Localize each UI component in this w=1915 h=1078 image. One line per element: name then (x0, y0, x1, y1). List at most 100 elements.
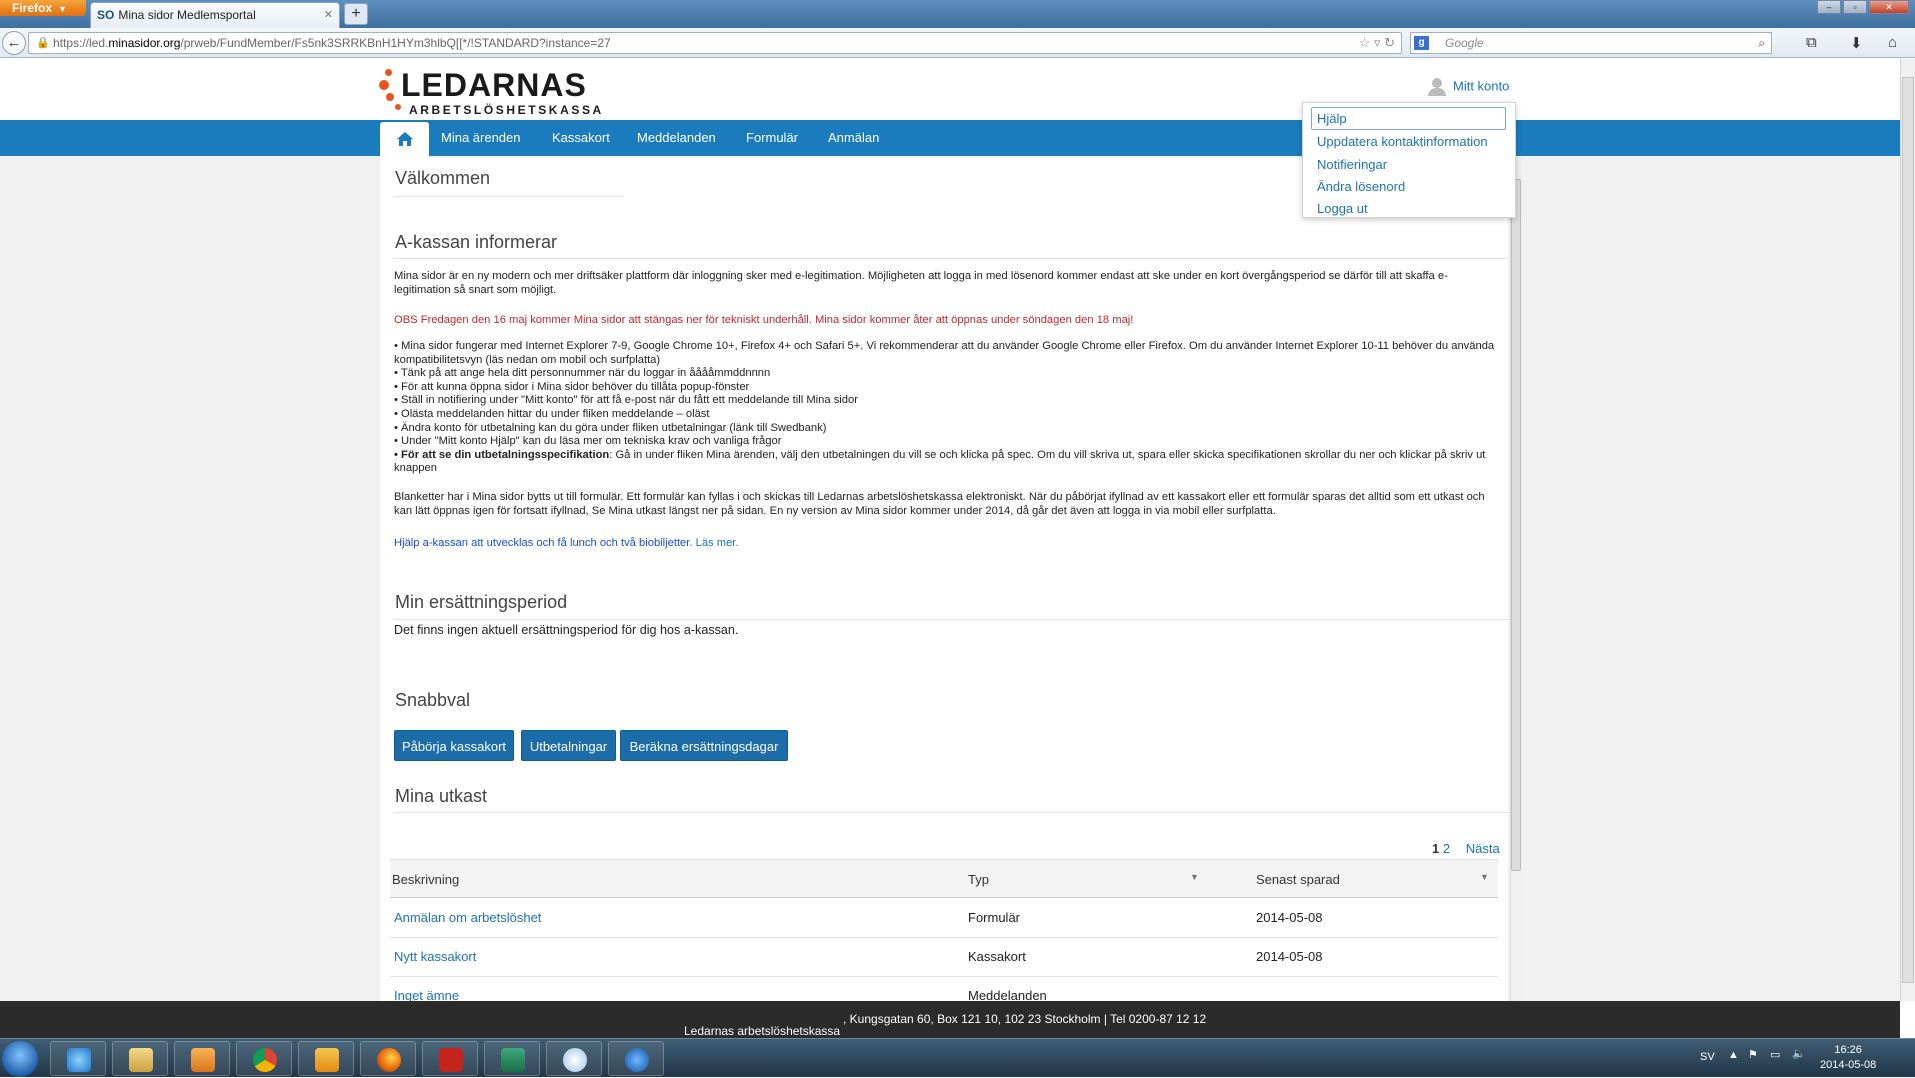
network-icon[interactable]: ▭ (1770, 1048, 1780, 1061)
draft-type: Formulär (968, 910, 1021, 925)
clock-time: 16:26 (1834, 1044, 1862, 1056)
draft-link[interactable]: Anmälan om arbetslöshet (394, 910, 541, 925)
media-player-icon[interactable] (174, 1041, 230, 1076)
sort-arrow-icon[interactable]: ▼ (1480, 872, 1489, 882)
forms-info: Blanketter har i Mina sidor bytts ut til… (394, 491, 1485, 517)
menu-update-contact[interactable]: Uppdatera kontaktinformation (1317, 134, 1488, 149)
site-header: LEDARNAS ARBETSLÖSHETSKASSA Mitt konto (0, 59, 1900, 120)
clock-date: 2014-05-08 (1820, 1059, 1877, 1071)
divider (394, 619, 1508, 620)
maximize-icon[interactable]: ▫ (1843, 0, 1867, 14)
address-bar[interactable]: 🔒 https://led.minasidor.org/prweb/FundMe… (28, 32, 1402, 54)
language-indicator[interactable]: SV (1700, 1051, 1715, 1063)
tab-title: Mina sidor Medlemsportal (118, 8, 256, 22)
outlook-icon[interactable] (298, 1041, 354, 1076)
info-bullets: • Mina sidor fungerar med Internet Explo… (394, 340, 1504, 476)
acrobat-icon[interactable] (422, 1041, 478, 1076)
col-last-saved[interactable]: Senast sparad (1256, 872, 1340, 887)
nav-meddelanden[interactable]: Meddelanden (637, 120, 716, 156)
menu-logout[interactable]: Logga ut (1317, 201, 1368, 216)
drafts-title: Mina utkast (395, 786, 488, 806)
nav-kassakort[interactable]: Kassakort (552, 120, 610, 156)
app-icon[interactable] (608, 1041, 664, 1076)
draft-link[interactable]: Nytt kassakort (394, 949, 476, 964)
col-type[interactable]: Typ (968, 872, 989, 887)
url-prefix: https://led. (53, 36, 109, 50)
col-description[interactable]: Beskrivning (392, 872, 459, 887)
new-tab-button[interactable]: + (344, 3, 368, 25)
paint-icon[interactable] (546, 1041, 602, 1076)
table-row: Inget ämne Meddelanden (390, 977, 1498, 1001)
firefox-menu-button[interactable]: Firefox ▼ (0, 0, 86, 16)
content-scrollbar-thumb[interactable] (1511, 179, 1521, 871)
volume-icon[interactable]: 🔈 (1792, 1047, 1806, 1060)
info-intro: Mina sidor är en ny modern och mer drift… (394, 270, 1448, 296)
minimize-icon[interactable]: – (1817, 0, 1841, 14)
read-more-link[interactable]: Läs mer. (696, 537, 739, 549)
period-text: Det finns ingen aktuell ersättningsperio… (394, 623, 739, 637)
search-input[interactable]: g Google ⌕ (1410, 32, 1772, 54)
home-icon (396, 132, 413, 146)
menu-notifications[interactable]: Notifieringar (1317, 157, 1387, 172)
payments-button[interactable]: Utbetalningar (521, 730, 616, 761)
home-icon[interactable]: ⌂ (1888, 34, 1897, 51)
my-account-link[interactable]: Mitt konto (1427, 78, 1509, 96)
page-2-link[interactable]: 2 (1443, 841, 1450, 856)
bullet-item: • Tänk på att ange hela ditt personnumme… (394, 367, 771, 380)
next-page-link[interactable]: Nästa (1466, 841, 1500, 856)
page-scrollbar-thumb[interactable] (1902, 77, 1914, 983)
screenshot-icon[interactable]: ⧉ (1806, 34, 1817, 51)
bookmark-star-icon[interactable]: ☆ ▿ ↻ (1359, 33, 1395, 53)
nav-mina-arenden[interactable]: Mina ärenden (441, 120, 521, 156)
firefox-menu-label: Firefox (12, 1, 53, 15)
clock[interactable]: 16:26 2014-05-08 (1820, 1043, 1876, 1073)
maintenance-notice: OBS Fredagen den 16 maj kommer Mina sido… (394, 314, 1134, 326)
windows-taskbar: SV ▲ ⚑ ▭ 🔈 16:26 2014-05-08 (0, 1038, 1915, 1077)
menu-help[interactable]: Hjälp (1317, 111, 1347, 126)
logo-wordmark: LEDARNAS (401, 67, 587, 103)
firefox-icon[interactable] (360, 1041, 416, 1076)
home-tab[interactable] (380, 122, 429, 158)
draft-type: Kassakort (968, 949, 1026, 964)
main-menu-bar (0, 120, 1900, 156)
window-controls: – ▫ ✕ (1817, 0, 1909, 16)
sort-arrow-icon[interactable]: ▼ (1190, 872, 1199, 882)
browser-tab[interactable]: SO Mina sidor Medlemsportal ✕ (90, 2, 340, 28)
start-button[interactable] (2, 1041, 38, 1077)
nav-anmalan[interactable]: Anmälan (828, 120, 879, 156)
main-content: Välkommen A-kassan informerar Mina sidor… (380, 158, 1508, 1001)
welcome-title: Välkommen (395, 168, 491, 188)
search-placeholder: Google (1445, 36, 1484, 50)
bullet-item: • Mina sidor fungerar med Internet Explo… (394, 340, 1495, 366)
system-tray: SV ▲ ⚑ ▭ 🔈 (1680, 1039, 1915, 1078)
table-row: Nytt kassakort Kassakort 2014-05-08 (390, 938, 1498, 977)
flag-icon[interactable]: ⚑ (1748, 1048, 1758, 1061)
footer-address: , Kungsgatan 60, Box 121 10, 102 23 Stoc… (843, 1012, 1207, 1026)
back-button[interactable]: ← (2, 31, 26, 55)
close-tab-icon[interactable]: ✕ (324, 3, 333, 27)
chrome-icon[interactable] (236, 1041, 292, 1076)
draft-type: Meddelanden (968, 988, 1047, 1001)
footer-org: Ledarnas arbetslöshetskassa (684, 1024, 841, 1038)
url-domain: minasidor.org (108, 36, 181, 50)
draft-link[interactable]: Inget ämne (394, 988, 459, 1001)
my-account-label: Mitt konto (1453, 78, 1510, 94)
web-page: LEDARNAS ARBETSLÖSHETSKASSA Mitt konto M… (0, 59, 1915, 1001)
menu-change-password[interactable]: Ändra lösenord (1317, 179, 1405, 194)
page-scrollbar[interactable] (1900, 59, 1915, 1001)
page-current: 1 (1432, 841, 1440, 856)
calculate-days-button[interactable]: Beräkna ersättningsdagar (620, 730, 788, 761)
period-title: Min ersättningsperiod (395, 592, 568, 612)
nav-formular[interactable]: Formulär (746, 120, 798, 156)
download-icon[interactable]: ⬇ (1850, 34, 1863, 52)
file-explorer-icon[interactable] (112, 1041, 168, 1076)
internet-explorer-icon[interactable] (50, 1041, 106, 1076)
bullet-item: • Ställ in notifiering under "Mitt konto… (394, 394, 858, 407)
publisher-icon[interactable] (484, 1041, 540, 1076)
close-window-icon[interactable]: ✕ (1869, 0, 1909, 14)
start-cashcard-button[interactable]: Påbörja kassakort (394, 730, 514, 761)
chevron-up-icon[interactable]: ▲ (1728, 1049, 1739, 1061)
site-favicon-icon: SO (97, 8, 115, 22)
search-icon[interactable]: ⌕ (1758, 33, 1765, 53)
user-icon (1427, 78, 1447, 96)
